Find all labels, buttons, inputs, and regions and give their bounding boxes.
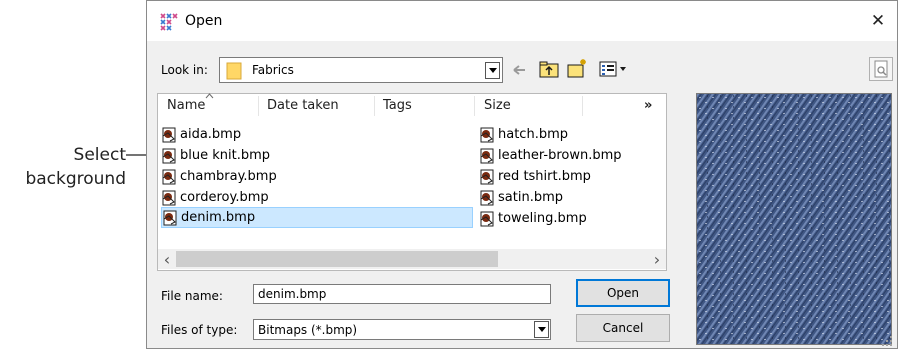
column-header-name-label: Name xyxy=(167,98,206,113)
up-folder-icon[interactable] xyxy=(539,60,559,78)
column-divider xyxy=(258,96,259,116)
file-name: leather-brown.bmp xyxy=(498,148,622,163)
list-item[interactable]: red tshirt.bmp xyxy=(480,166,660,187)
list-item[interactable]: chambray.bmp xyxy=(162,166,474,187)
files-of-type-value: Bitmaps (*.bmp) xyxy=(258,323,358,337)
preview-pane xyxy=(696,93,892,345)
dialog-title: Open xyxy=(185,13,223,29)
list-item-selected[interactable]: denim.bmp xyxy=(161,207,473,228)
title-bar: Open ✕ xyxy=(147,1,897,41)
cancel-button[interactable]: Cancel xyxy=(576,314,670,342)
column-header-name[interactable]: Name xyxy=(167,93,214,118)
look-in-label: Look in: xyxy=(161,63,208,77)
list-item[interactable]: corderoy.bmp xyxy=(162,187,474,208)
list-item[interactable]: toweling.bmp xyxy=(480,208,660,229)
close-button[interactable]: ✕ xyxy=(863,7,893,35)
files-of-type-label: Files of type: xyxy=(161,323,238,337)
look-in-dropdown-button[interactable] xyxy=(485,62,500,79)
column-divider xyxy=(474,96,475,116)
bitmap-file-icon xyxy=(480,211,494,226)
view-menu-icon[interactable] xyxy=(599,61,629,77)
file-name: satin.bmp xyxy=(498,190,563,205)
scroll-left-button[interactable]: ‹ xyxy=(158,249,176,269)
bitmap-file-icon xyxy=(162,169,176,184)
column-header-size[interactable]: Size xyxy=(484,94,511,118)
callout-label: Select background xyxy=(0,143,126,191)
more-columns-button[interactable]: » xyxy=(644,94,652,118)
bitmap-file-icon xyxy=(480,127,494,142)
denim-texture-preview xyxy=(697,94,891,344)
column-header-date-taken[interactable]: Date taken xyxy=(267,94,339,118)
scroll-right-button[interactable]: › xyxy=(648,249,666,269)
sort-ascending-icon xyxy=(205,93,214,99)
files-of-type-combo[interactable]: Bitmaps (*.bmp) xyxy=(253,319,551,340)
bitmap-file-icon xyxy=(162,148,176,163)
file-name: blue knit.bmp xyxy=(180,148,271,163)
list-item[interactable]: satin.bmp xyxy=(480,187,660,208)
column-header-tags[interactable]: Tags xyxy=(383,94,412,118)
callout-line-2: background xyxy=(25,169,126,189)
list-item[interactable]: hatch.bmp xyxy=(480,124,660,145)
file-name: aida.bmp xyxy=(180,127,242,142)
chevron-left-icon: ‹ xyxy=(163,249,171,269)
chevron-down-icon xyxy=(537,327,546,332)
cross-stitch-app-icon xyxy=(160,13,178,31)
look-in-combo[interactable]: Fabrics xyxy=(219,57,503,83)
new-folder-icon[interactable] xyxy=(567,58,589,78)
file-name-field[interactable]: denim.bmp xyxy=(253,284,551,304)
look-in-value: Fabrics xyxy=(252,63,294,77)
file-name: toweling.bmp xyxy=(498,211,587,226)
open-dialog: Open ✕ Look in: Fabrics Name Date taken … xyxy=(146,0,898,349)
bitmap-file-icon xyxy=(480,169,494,184)
file-list-view[interactable]: Name Date taken Tags Size » aida.bmp blu… xyxy=(157,93,667,271)
file-name: corderoy.bmp xyxy=(180,190,269,205)
horizontal-scrollbar[interactable]: ‹ › xyxy=(158,249,666,269)
bitmap-file-icon xyxy=(480,190,494,205)
bitmap-file-icon xyxy=(162,190,176,205)
files-of-type-dropdown-button[interactable] xyxy=(534,321,549,338)
list-item[interactable]: aida.bmp xyxy=(162,124,474,145)
chevron-right-icon: › xyxy=(653,249,661,269)
column-divider xyxy=(582,96,583,116)
file-name-label: File name: xyxy=(161,289,223,303)
scrollbar-thumb[interactable] xyxy=(176,251,498,267)
bitmap-file-icon xyxy=(162,127,176,142)
file-name: hatch.bmp xyxy=(498,127,568,142)
preview-toggle-button[interactable] xyxy=(869,57,893,81)
list-item[interactable]: blue knit.bmp xyxy=(162,145,474,166)
back-arrow-icon[interactable] xyxy=(511,63,527,77)
folder-icon xyxy=(226,62,242,80)
preview-toggle-icon xyxy=(874,60,888,78)
bitmap-file-icon xyxy=(163,210,177,225)
callout-line-1: Select xyxy=(73,145,126,165)
column-divider xyxy=(374,96,375,116)
list-item[interactable]: leather-brown.bmp xyxy=(480,145,660,166)
file-name: denim.bmp xyxy=(181,210,256,225)
file-name: red tshirt.bmp xyxy=(498,169,591,184)
open-button[interactable]: Open xyxy=(576,279,670,307)
close-icon: ✕ xyxy=(870,11,886,31)
file-name: chambray.bmp xyxy=(180,169,277,184)
chevron-down-icon xyxy=(488,68,497,73)
resize-grip-icon[interactable] xyxy=(881,335,893,347)
bitmap-file-icon xyxy=(480,148,494,163)
